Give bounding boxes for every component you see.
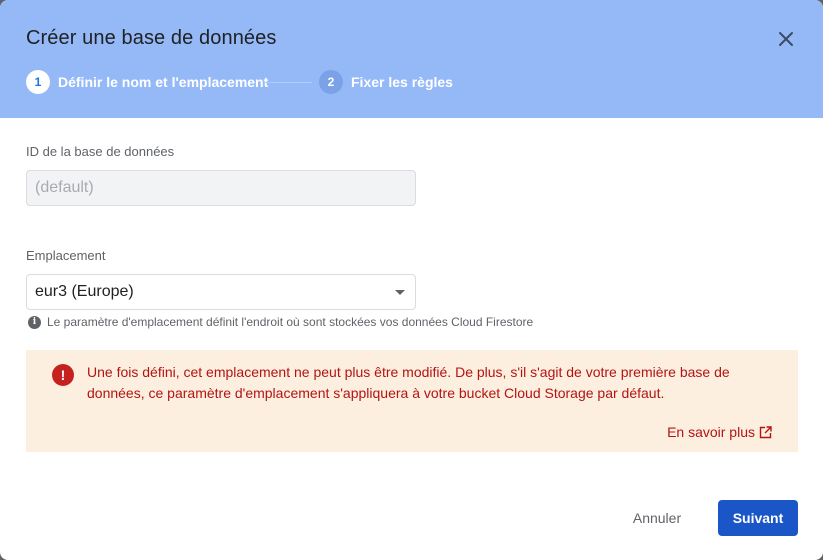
location-hint: i Le paramètre d'emplacement définit l'e…: [28, 315, 533, 329]
location-value: eur3 (Europe): [35, 283, 134, 300]
cancel-button[interactable]: Annuler: [616, 500, 698, 536]
error-icon: !: [52, 364, 74, 386]
info-icon: i: [28, 315, 41, 329]
step-2-number: 2: [319, 70, 343, 94]
location-label: Emplacement: [26, 248, 106, 263]
step-1: 1 Définir le nom et l'emplacement: [26, 70, 268, 94]
learn-more-link[interactable]: En savoir plus: [667, 424, 772, 440]
warning-text: Une fois défini, cet emplacement ne peut…: [87, 364, 730, 401]
step-connector: [264, 82, 312, 83]
location-hint-text: Le paramètre d'emplacement définit l'end…: [47, 315, 534, 329]
step-1-number: 1: [26, 70, 50, 94]
location-select[interactable]: eur3 (Europe): [26, 274, 416, 310]
learn-more-label: En savoir plus: [667, 424, 755, 440]
next-button[interactable]: Suivant: [718, 500, 798, 536]
external-link-icon: [759, 425, 772, 438]
db-id-label: ID de la base de données: [26, 144, 175, 159]
step-1-label: Définir le nom et l'emplacement: [58, 74, 269, 90]
step-2-label: Fixer les règles: [351, 74, 453, 90]
warning-banner: ! Une fois défini, cet emplacement ne pe…: [26, 350, 798, 452]
create-database-dialog: Créer une base de données 1 Définir le n…: [0, 0, 823, 560]
close-icon[interactable]: [773, 26, 799, 52]
dialog-header: Créer une base de données 1 Définir le n…: [0, 0, 823, 118]
step-2: 2 Fixer les règles: [319, 70, 453, 94]
db-id-input: (default): [26, 170, 416, 206]
dialog-title: Créer une base de données: [26, 27, 277, 49]
dropdown-arrow-icon: [395, 290, 405, 295]
